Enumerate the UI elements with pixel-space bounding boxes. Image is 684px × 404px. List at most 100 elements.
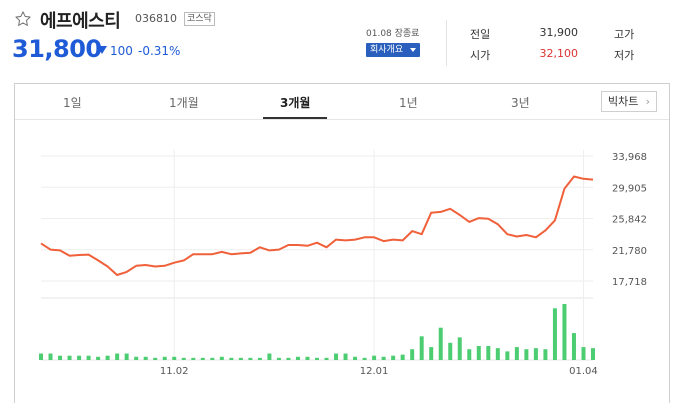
y-tick-label: 21,780 bbox=[612, 246, 647, 257]
open-value: 32,100 bbox=[539, 47, 579, 60]
price-point bbox=[69, 255, 71, 257]
price-point bbox=[345, 239, 347, 241]
company-overview-label: 회사개요 bbox=[370, 45, 404, 55]
price-point bbox=[97, 259, 99, 261]
price-point bbox=[554, 219, 556, 221]
price-point bbox=[126, 271, 128, 273]
volume-bar bbox=[191, 357, 196, 360]
volume-bar bbox=[372, 355, 377, 360]
volume-bar bbox=[48, 353, 53, 360]
volume-bar bbox=[391, 355, 396, 360]
price-point bbox=[563, 188, 565, 190]
volume-bar bbox=[410, 349, 415, 360]
volume-bar bbox=[295, 356, 300, 360]
price-point bbox=[525, 234, 527, 236]
price-point bbox=[421, 233, 423, 235]
prev-close-value: 31,900 bbox=[539, 26, 579, 39]
stock-code: 036810 bbox=[135, 12, 177, 25]
chart-panel: 1일 1개월 3개월 1년 3년 빅차트 › 33,968 29,905 25,84… bbox=[14, 83, 670, 403]
volume-bar bbox=[476, 346, 481, 360]
price-point bbox=[573, 176, 575, 178]
volume-bar bbox=[286, 357, 291, 360]
price-point bbox=[192, 253, 194, 255]
price-point bbox=[297, 244, 299, 246]
price-point bbox=[506, 233, 508, 235]
volume-bar bbox=[362, 357, 367, 360]
price-point bbox=[173, 262, 175, 264]
company-overview-button[interactable]: 회사개요 bbox=[366, 43, 420, 57]
price-point bbox=[459, 214, 461, 216]
volume-bar bbox=[334, 353, 339, 360]
volume-bar bbox=[457, 337, 462, 360]
price-point bbox=[221, 251, 223, 253]
volume-bar bbox=[315, 357, 319, 360]
stats-divider bbox=[446, 20, 447, 66]
y-tick-label: 17,718 bbox=[612, 277, 647, 288]
price-point bbox=[154, 266, 156, 268]
volume-bar bbox=[96, 356, 101, 360]
price-point bbox=[211, 253, 213, 255]
volume-bar bbox=[248, 357, 253, 360]
price-change: 100 bbox=[110, 44, 133, 58]
volume-bar bbox=[77, 355, 82, 360]
volume-bar bbox=[86, 355, 91, 360]
price-point bbox=[478, 217, 480, 219]
volume-bar bbox=[124, 353, 129, 360]
price-point bbox=[430, 212, 432, 214]
price-point bbox=[440, 211, 442, 213]
price-point bbox=[335, 239, 337, 241]
volume-bar bbox=[305, 356, 310, 360]
volume-bar bbox=[238, 357, 243, 360]
price-point bbox=[582, 178, 584, 180]
volume-bar bbox=[134, 356, 139, 360]
price-point bbox=[383, 240, 385, 242]
stock-name: 에프에스티 bbox=[40, 11, 121, 32]
volume-bar bbox=[276, 357, 281, 360]
volume-bar bbox=[267, 353, 272, 360]
price-point bbox=[316, 242, 318, 244]
price-point bbox=[592, 179, 594, 181]
price-point bbox=[544, 229, 546, 231]
price-point bbox=[449, 208, 451, 210]
price-point bbox=[135, 265, 137, 267]
down-arrow-icon bbox=[97, 46, 107, 54]
price-point bbox=[59, 249, 61, 251]
volume-bar bbox=[324, 357, 329, 360]
volume-bar bbox=[571, 333, 576, 360]
price-chart: 33,968 29,905 25,842 21,780 17,718 11.02 12.01… bbox=[39, 150, 647, 377]
high-label: 고가 bbox=[614, 28, 635, 41]
price-point bbox=[468, 221, 470, 223]
price-point bbox=[373, 236, 375, 238]
price-point bbox=[287, 244, 289, 246]
volume-bar bbox=[429, 347, 434, 360]
x-tick-label: 12.01 bbox=[360, 366, 389, 377]
volume-bar bbox=[552, 308, 557, 360]
price-point bbox=[516, 236, 518, 238]
price-point bbox=[392, 239, 394, 241]
volume-bar bbox=[115, 353, 120, 360]
price-point bbox=[268, 249, 270, 251]
volume-bar bbox=[505, 351, 510, 360]
volume-bar bbox=[486, 346, 491, 360]
prev-close-label: 전일 bbox=[470, 28, 491, 41]
volume-bar bbox=[58, 355, 63, 360]
volume-bar bbox=[524, 349, 529, 360]
volume-bar bbox=[343, 353, 348, 360]
volume-bar bbox=[105, 355, 110, 360]
x-tick-label: 01.04 bbox=[569, 366, 598, 377]
y-tick-label: 25,842 bbox=[612, 215, 647, 226]
volume-bar bbox=[153, 357, 158, 360]
price-point bbox=[202, 253, 204, 255]
price-point bbox=[40, 242, 42, 244]
favorite-star-icon[interactable] bbox=[14, 10, 32, 28]
price-point bbox=[497, 223, 499, 225]
price-point bbox=[107, 266, 109, 268]
price-change-percent: -0.31% bbox=[138, 44, 181, 58]
volume-bar bbox=[39, 353, 43, 360]
volume-bar bbox=[210, 357, 215, 360]
volume-bar bbox=[543, 349, 548, 360]
volume-bar bbox=[591, 348, 595, 360]
volume-bar bbox=[562, 304, 567, 360]
price-line bbox=[40, 175, 594, 276]
volume-bar bbox=[400, 354, 405, 360]
